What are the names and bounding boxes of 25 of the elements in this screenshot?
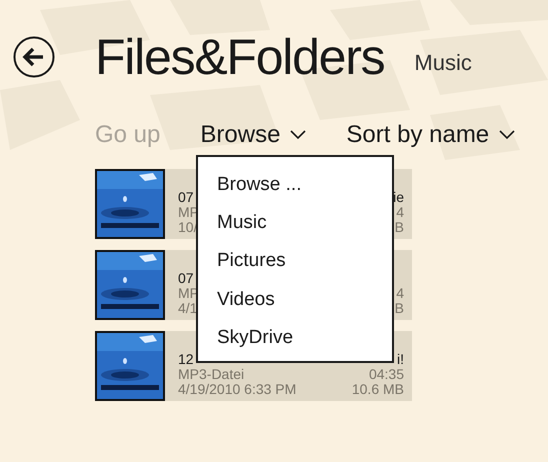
- back-icon[interactable]: [13, 36, 55, 78]
- file-info: B: [394, 220, 404, 235]
- menu-item[interactable]: Music: [217, 208, 267, 246]
- menu-item[interactable]: Browse ...: [217, 170, 302, 208]
- menu-item[interactable]: Pictures: [217, 246, 286, 285]
- dropdown-button[interactable]: Sort by name: [346, 123, 516, 147]
- file-info: 04:35: [368, 367, 404, 382]
- file-name: 07: [178, 271, 195, 286]
- menu-item[interactable]: Videos: [217, 284, 275, 323]
- page-title: Files&Folders: [95, 32, 384, 82]
- file-info: 4: [396, 205, 404, 220]
- dropdown-button[interactable]: Browse: [200, 123, 306, 147]
- file-detail: MP3-Datei: [178, 367, 246, 382]
- file-name: i!: [397, 352, 404, 367]
- file-name: 07: [178, 190, 195, 205]
- chevron-down-icon: [499, 130, 516, 140]
- file-name: 12: [178, 352, 195, 367]
- file-name: ie: [393, 190, 404, 205]
- page-subtitle: Music: [414, 49, 472, 77]
- file-info: B: [394, 301, 404, 316]
- chevron-down-icon: [290, 130, 306, 140]
- file-detail: 4/1: [178, 301, 198, 316]
- file-detail: 4/19/2010 6:33 PM: [178, 382, 296, 397]
- file-info: 4: [396, 286, 404, 301]
- file-info: 10.6 MB: [352, 382, 404, 397]
